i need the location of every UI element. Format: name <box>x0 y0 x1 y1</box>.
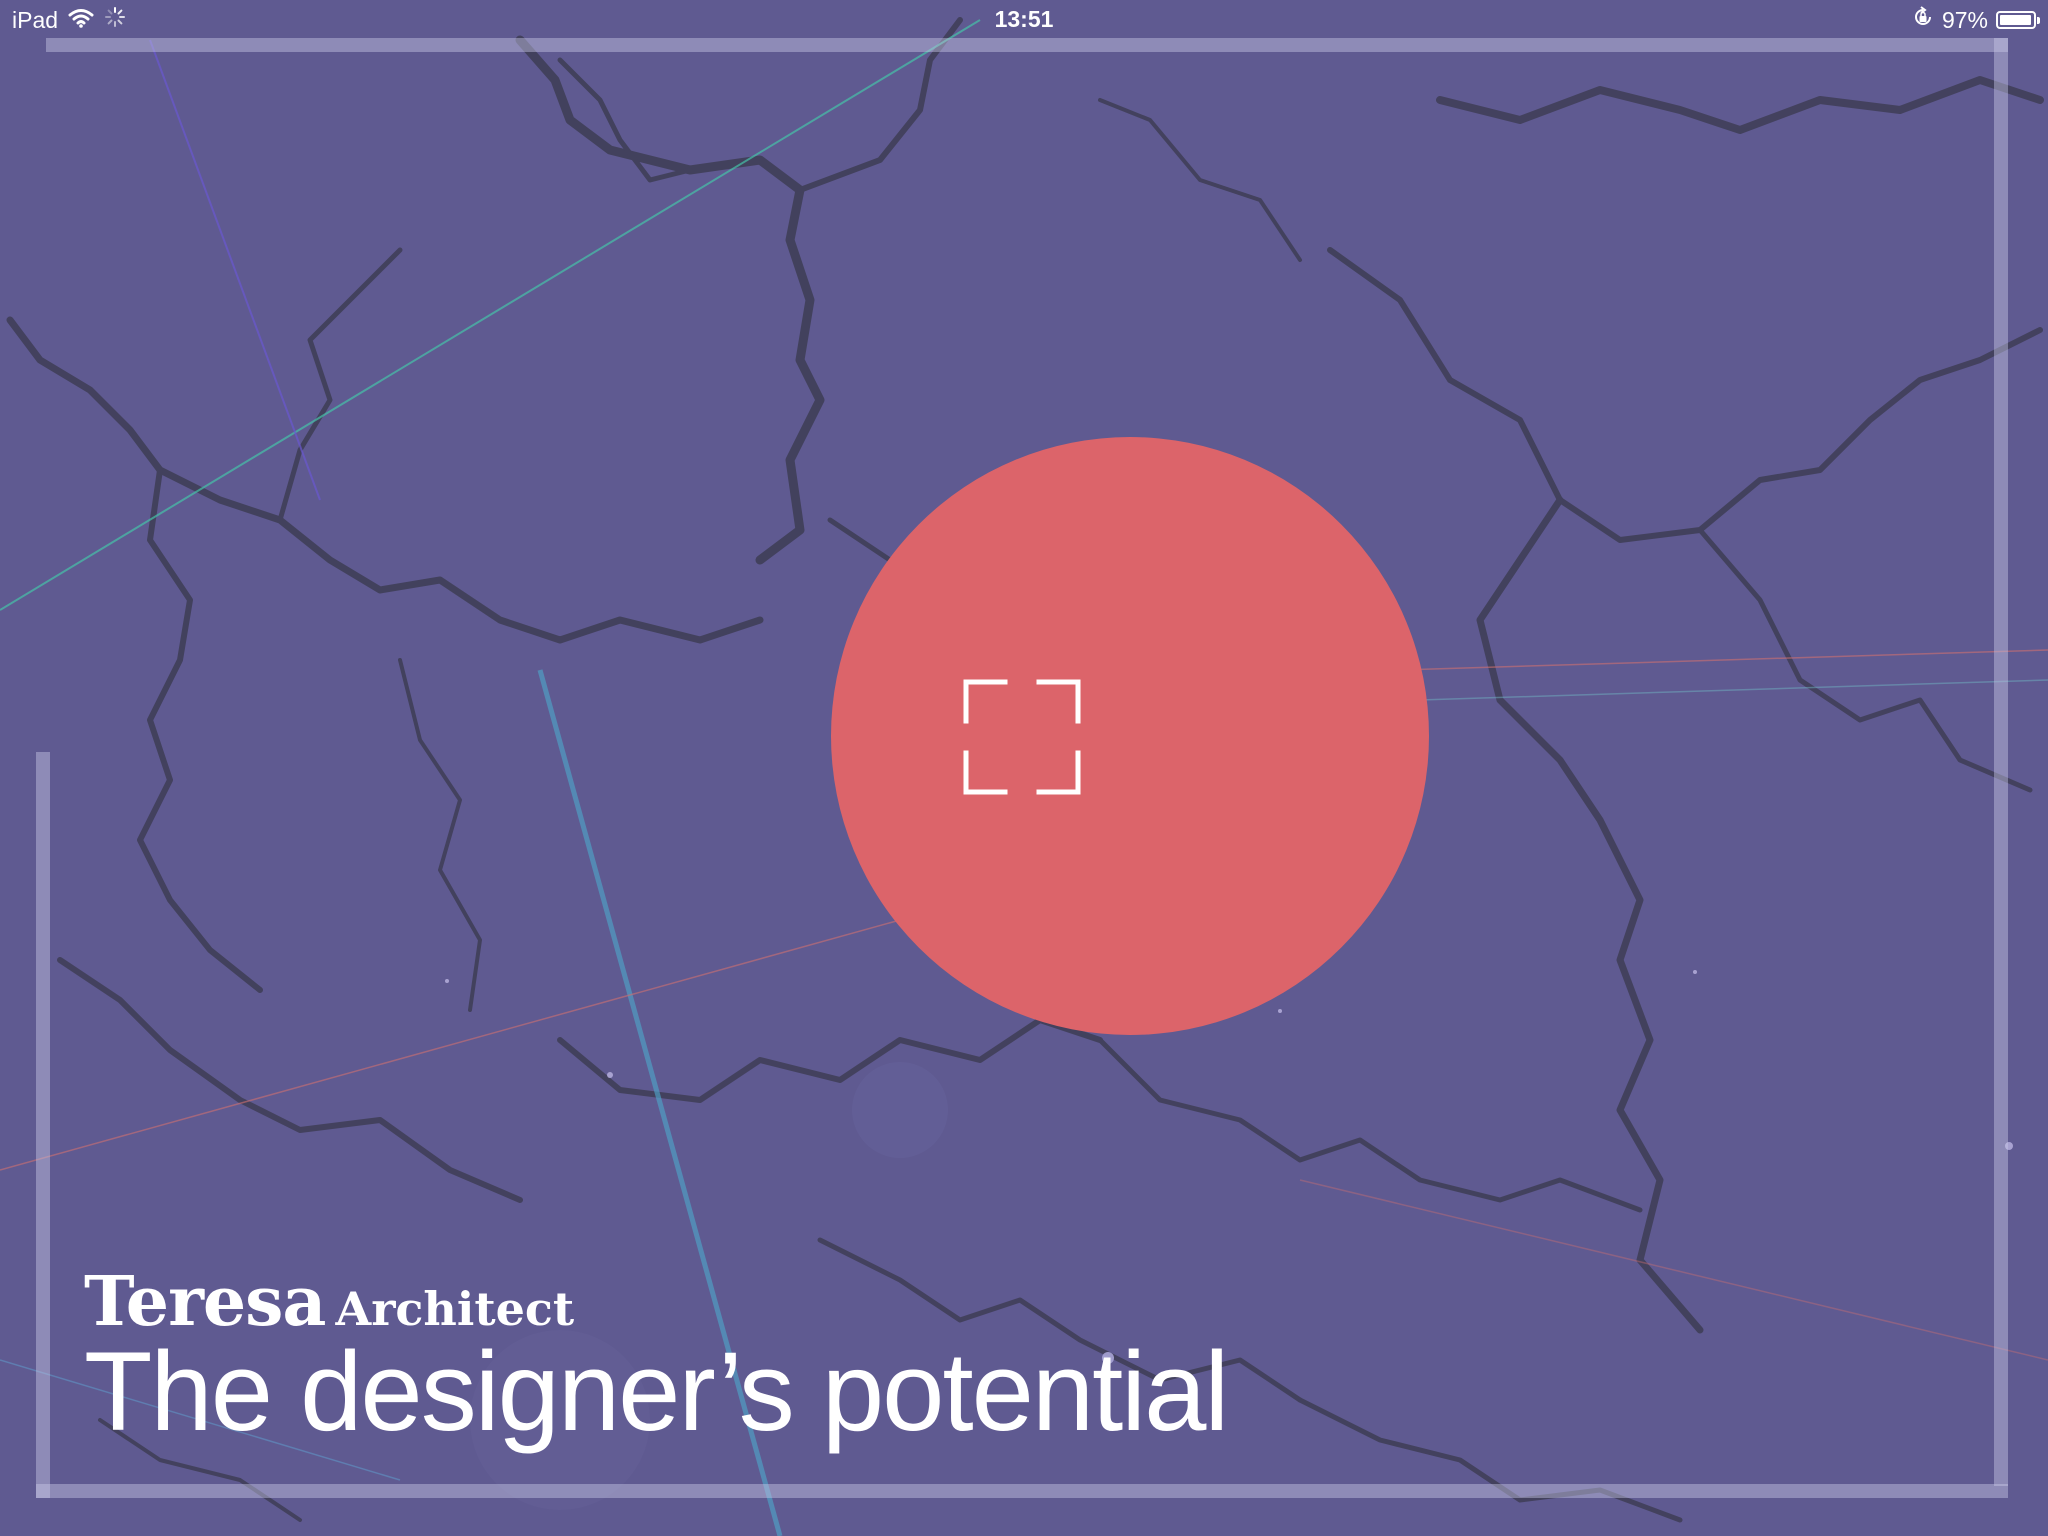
expand-icon <box>963 679 1081 795</box>
battery-tip <box>2037 17 2040 24</box>
frame-right-bar <box>1994 38 2008 1486</box>
brand-role: Architect <box>335 1282 575 1336</box>
brand-line: Teresa Architect <box>84 1268 1227 1336</box>
frame-top-bar <box>46 38 2008 52</box>
expand-view-button[interactable] <box>831 437 1429 1035</box>
title-block: Teresa Architect The designer’s potential <box>84 1268 1229 1454</box>
frame-bottom-bar <box>36 1484 2008 1498</box>
status-bar: iPad 13:51 97% <box>0 0 2048 40</box>
tagline: The designer’s potential <box>84 1329 1229 1454</box>
rotation-lock-icon <box>1912 6 1934 34</box>
battery-icon <box>1996 11 2040 29</box>
status-right: 97% <box>1912 6 2040 34</box>
battery-level-fill <box>2000 15 2032 25</box>
status-time: 13:51 <box>994 6 1054 32</box>
frame-left-bar <box>36 752 50 1498</box>
battery-percentage: 97% <box>1941 6 1988 33</box>
